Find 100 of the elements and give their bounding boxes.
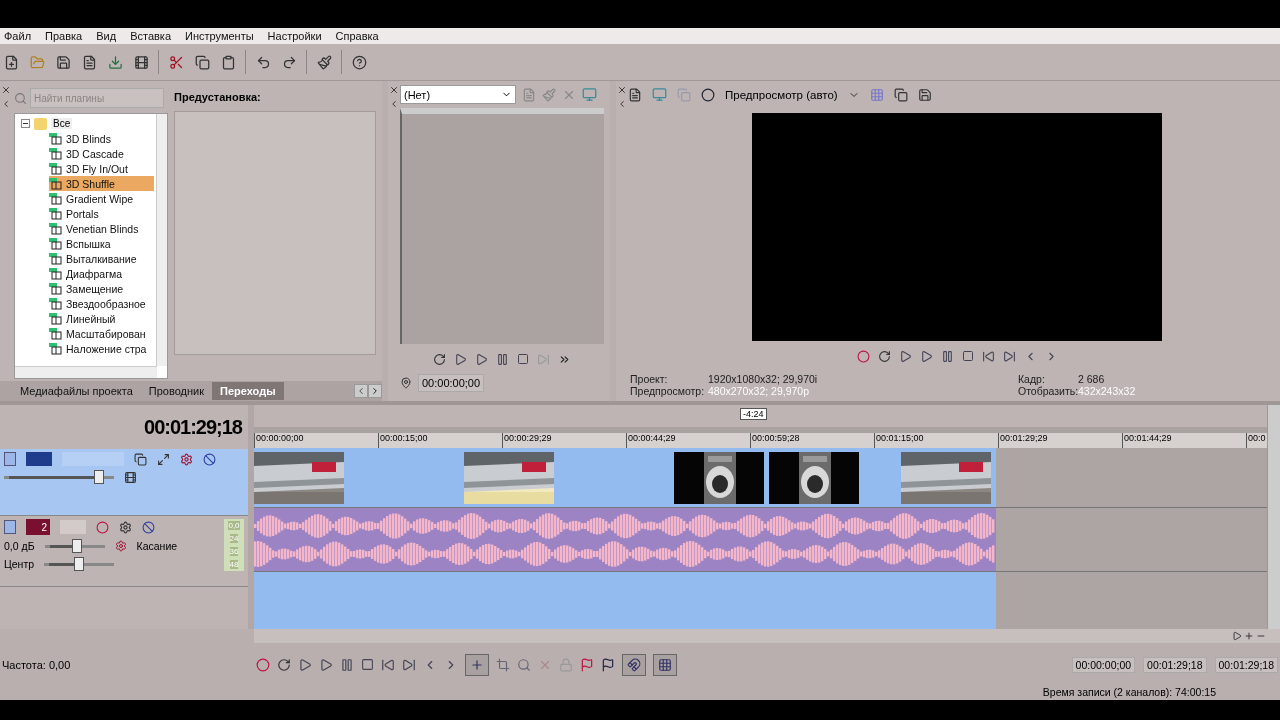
record-icon[interactable] xyxy=(256,657,270,672)
tree-item[interactable]: Наложение стра xyxy=(49,341,154,356)
auto-ripple-button[interactable] xyxy=(622,653,646,676)
panel-tab[interactable]: Проводник xyxy=(140,382,213,400)
motion-icon[interactable] xyxy=(157,452,170,466)
render-button[interactable] xyxy=(106,53,124,71)
track-grip[interactable] xyxy=(4,452,16,466)
loop-icon[interactable] xyxy=(877,349,891,363)
scroll-right-button[interactable] xyxy=(368,384,382,398)
pause-icon[interactable] xyxy=(940,349,954,363)
play-icon[interactable] xyxy=(475,352,488,366)
collapse-icon[interactable] xyxy=(617,99,627,109)
track-grip[interactable] xyxy=(4,520,16,534)
fx-icon[interactable] xyxy=(119,520,132,534)
marker-icon[interactable] xyxy=(580,657,594,672)
help-button[interactable] xyxy=(350,53,368,71)
scroll-left-button[interactable] xyxy=(354,384,368,398)
tree-item[interactable]: Диафрагма xyxy=(49,266,154,281)
selection-time[interactable]: 00:01:29;18 xyxy=(1214,656,1278,673)
tree-item[interactable]: 3D Cascade xyxy=(49,146,154,161)
tree-item[interactable]: Gradient Wipe xyxy=(49,191,154,206)
record-icon[interactable] xyxy=(856,349,870,363)
edit-tool-button[interactable] xyxy=(465,653,489,676)
zoom-in-icon[interactable] xyxy=(1244,631,1254,641)
menu-item[interactable]: Настройки xyxy=(267,30,322,42)
expander-icon[interactable] xyxy=(21,119,30,128)
menu-item[interactable]: Файл xyxy=(4,30,32,42)
tree-item[interactable]: 3D Shuffle xyxy=(49,176,154,191)
tree-item[interactable]: Выталкивание xyxy=(49,251,154,266)
previous-icon[interactable] xyxy=(981,349,995,363)
marker-icon[interactable] xyxy=(400,377,412,389)
stop-icon[interactable] xyxy=(961,350,974,363)
tree-item[interactable]: Venetian Blinds xyxy=(49,221,154,236)
video-event[interactable] xyxy=(254,448,996,508)
next-icon[interactable] xyxy=(1002,349,1016,363)
play-from-start-icon[interactable] xyxy=(298,657,312,672)
tree-item[interactable]: Замещение xyxy=(49,281,154,296)
menu-item[interactable]: Правка xyxy=(45,30,83,42)
vertical-scrollbar[interactable] xyxy=(1267,405,1280,629)
mute-icon[interactable] xyxy=(203,452,216,466)
slider-thumb[interactable] xyxy=(72,539,83,553)
crop-icon[interactable] xyxy=(496,657,510,672)
copy-frame-icon[interactable] xyxy=(893,87,908,102)
close-icon[interactable] xyxy=(389,85,399,95)
play-icon[interactable] xyxy=(319,657,333,672)
stop-icon[interactable] xyxy=(361,658,374,671)
panel-tab[interactable]: Медиафайлы проекта xyxy=(12,382,141,400)
next-icon[interactable] xyxy=(402,657,416,672)
save-frame-icon[interactable] xyxy=(917,87,932,102)
zoom-icon[interactable] xyxy=(517,657,531,672)
pause-icon[interactable] xyxy=(340,657,354,672)
menu-item[interactable]: Инструменты xyxy=(185,30,254,42)
gear-icon[interactable] xyxy=(114,540,127,552)
brush-button[interactable] xyxy=(315,53,333,71)
preview-quality[interactable]: Предпросмотр (авто) xyxy=(725,88,838,101)
menu-item[interactable]: Справка xyxy=(335,30,379,42)
play-from-start-icon[interactable] xyxy=(454,352,467,366)
menu-item[interactable]: Вид xyxy=(96,30,117,42)
menu-item[interactable]: Вставка xyxy=(130,30,171,42)
panel-tab[interactable]: Переходы xyxy=(212,382,284,400)
slider-thumb[interactable] xyxy=(94,470,104,484)
play-icon[interactable] xyxy=(919,349,933,363)
scrollbar[interactable] xyxy=(15,366,157,378)
time-field[interactable]: 00:00:00;00 xyxy=(418,374,485,392)
automation-mode[interactable]: Касание xyxy=(136,540,178,552)
video-track-header[interactable] xyxy=(0,449,248,516)
search-field[interactable]: Найти плагины xyxy=(30,88,164,108)
tree-item[interactable]: Вспышка xyxy=(49,236,154,251)
save-button[interactable] xyxy=(54,53,72,71)
tree-item[interactable]: 3D Blinds xyxy=(49,131,154,146)
mute-icon[interactable] xyxy=(142,520,155,534)
tree-item[interactable]: Линейный xyxy=(49,311,154,326)
tree-item[interactable]: Все xyxy=(51,118,73,129)
slider-thumb[interactable] xyxy=(74,557,85,571)
scrollbar[interactable] xyxy=(156,114,167,366)
audio-track-header[interactable]: 2 0,0 дБ Касание Центр 0,0 24 36 48 xyxy=(0,516,248,587)
close-icon[interactable] xyxy=(617,85,627,95)
close-icon[interactable] xyxy=(1,85,11,95)
tree-item[interactable]: Portals xyxy=(49,206,154,221)
previous-icon[interactable] xyxy=(381,657,395,672)
collapse-icon[interactable] xyxy=(389,99,399,109)
loop-icon[interactable] xyxy=(433,352,446,366)
selection-time[interactable]: 00:01:29;18 xyxy=(1143,656,1207,673)
scroll-icon[interactable] xyxy=(1232,631,1242,641)
preset-dropdown[interactable]: (Нет) xyxy=(400,85,516,104)
loop-icon[interactable] xyxy=(277,657,291,672)
selection-time[interactable]: 00:00:00;00 xyxy=(1071,656,1136,673)
time-ruler[interactable]: 00:00:00;00 00:00:15;00 00:00:29;29 00:00:44;29 00:00:59;28 00:01:15;00 00:01:29;29 00:01:44;29 00:0 xyxy=(254,426,1267,449)
copy-button[interactable] xyxy=(193,53,211,71)
film-button[interactable] xyxy=(132,53,150,71)
horizontal-scrollbar[interactable] xyxy=(254,629,1280,643)
collapse-icon[interactable] xyxy=(1,99,11,109)
tree-item[interactable]: Масштабирован xyxy=(49,326,154,341)
region-icon[interactable] xyxy=(601,657,615,672)
play-from-start-icon[interactable] xyxy=(898,349,912,363)
pause-icon[interactable] xyxy=(496,352,509,366)
film-icon[interactable] xyxy=(124,470,137,484)
stop-icon[interactable] xyxy=(517,353,529,365)
record-icon[interactable] xyxy=(96,520,109,534)
snap-button[interactable] xyxy=(653,653,677,676)
